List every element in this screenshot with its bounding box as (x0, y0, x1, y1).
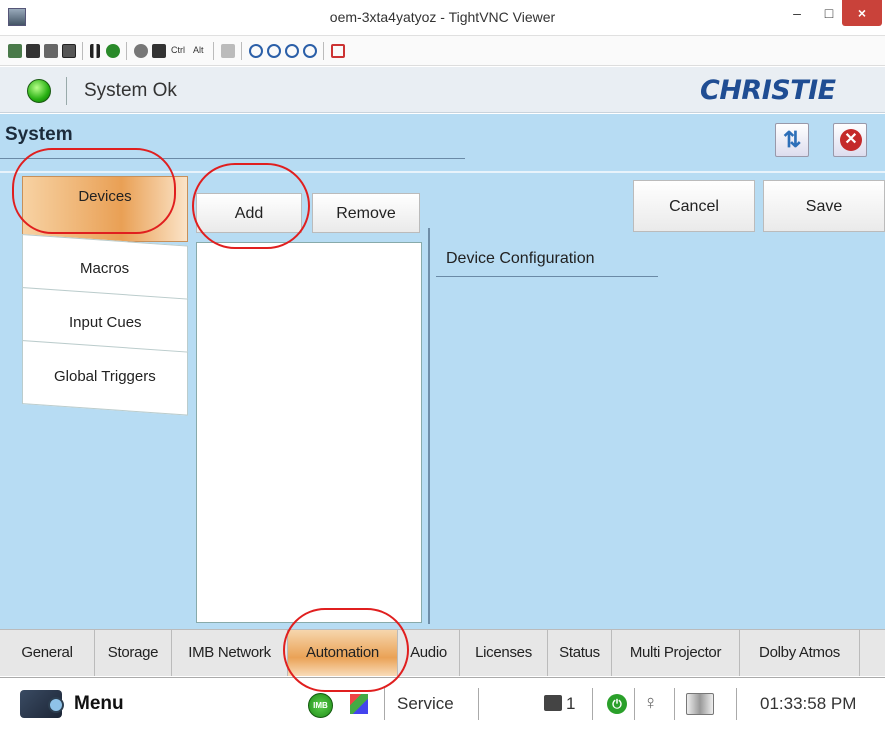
close-panel-button[interactable]: ✕ (833, 123, 867, 157)
status-divider (736, 688, 737, 720)
tab-status[interactable]: Status (548, 630, 612, 676)
app-header: System Ok CHRISTIE (0, 67, 885, 113)
page-title: System (5, 124, 73, 145)
save-button[interactable]: Save (763, 180, 885, 232)
refresh-icon: ⇅ (783, 127, 802, 152)
alt-key-toggle[interactable]: Alt (193, 45, 204, 55)
info-icon[interactable] (62, 44, 76, 58)
config-heading-underline (436, 276, 658, 277)
tab-devices[interactable]: Devices (22, 176, 188, 242)
zoom-100-icon[interactable] (285, 44, 299, 58)
toolbar-divider (323, 42, 324, 60)
vnc-toolbar: Ctrl Alt (0, 36, 885, 66)
status-divider (384, 688, 385, 720)
camera-icon (544, 695, 562, 711)
close-icon: ✕ (840, 129, 862, 151)
tab-dolby-atmos[interactable]: Dolby Atmos (740, 630, 860, 676)
window-title: oem-3xta4yatyoz - TightVNC Viewer (329, 9, 556, 25)
menu-button[interactable]: Menu (74, 693, 124, 715)
status-divider (634, 688, 635, 720)
cancel-button[interactable]: Cancel (633, 180, 755, 232)
lamp-icon[interactable]: ♀ (643, 692, 658, 715)
panel-divider (428, 228, 430, 624)
clipboard-icon[interactable] (221, 44, 235, 58)
status-divider (674, 688, 675, 720)
header-divider (66, 77, 67, 105)
zoom-fit-icon[interactable] (303, 44, 317, 58)
new-connection-icon[interactable] (8, 44, 22, 58)
window-close-button[interactable]: × (842, 0, 882, 26)
device-list[interactable] (196, 242, 422, 623)
projector-icon[interactable] (20, 690, 64, 718)
service-mode-label[interactable]: Service (397, 694, 454, 714)
refresh-button[interactable]: ⇅ (775, 123, 809, 157)
ctrl-alt-del-icon[interactable] (134, 44, 148, 58)
status-ok-indicator-icon (27, 79, 51, 103)
power-icon[interactable]: ⏻ (607, 694, 627, 714)
options-icon[interactable] (44, 44, 58, 58)
toolbar-divider (126, 42, 127, 60)
tab-automation[interactable]: Automation (288, 630, 398, 676)
win-key-icon[interactable] (152, 44, 166, 58)
fullscreen-icon[interactable] (331, 44, 345, 58)
clock-time: 01:33:58 PM (760, 694, 857, 713)
remove-button[interactable]: Remove (312, 193, 420, 233)
system-status-text: System Ok (84, 80, 177, 101)
imb-status-icon[interactable]: IMB (308, 693, 333, 718)
minimize-button[interactable]: – (780, 0, 814, 26)
tab-multi-projector[interactable]: Multi Projector (612, 630, 740, 676)
status-bar: Menu IMB Service 1 ⏻ ♀ 01:33:58 PM (0, 677, 885, 729)
tab-global-triggers[interactable]: Global Triggers (22, 340, 188, 416)
save-icon[interactable] (26, 44, 40, 58)
tab-general[interactable]: General (0, 630, 95, 676)
tab-licenses[interactable]: Licenses (460, 630, 548, 676)
refresh-screen-icon[interactable] (106, 44, 120, 58)
system-panel: System ⇅ ✕ Devices Macros Input Cues Glo… (0, 114, 885, 629)
bottom-tab-bar: General Storage IMB Network Automation A… (0, 629, 885, 676)
title-underline (0, 158, 465, 159)
add-button[interactable]: Add (196, 193, 302, 233)
toolbar-divider (82, 42, 83, 60)
tab-global-triggers-label: Global Triggers (54, 367, 156, 385)
device-configuration-heading: Device Configuration (446, 250, 595, 267)
tab-macros-label: Macros (80, 259, 130, 277)
status-divider (478, 688, 479, 720)
tab-audio[interactable]: Audio (398, 630, 460, 676)
zoom-out-icon[interactable] (267, 44, 281, 58)
ctrl-key-toggle[interactable]: Ctrl (171, 45, 185, 55)
pause-icon[interactable] (90, 44, 100, 58)
tab-imb-network[interactable]: IMB Network (172, 630, 288, 676)
tab-storage[interactable]: Storage (95, 630, 172, 676)
toolbar-divider (213, 42, 214, 60)
maximize-button[interactable]: □ (812, 0, 846, 26)
window-titlebar: oem-3xta4yatyoz - TightVNC Viewer – □ × (0, 0, 885, 36)
lens-icon[interactable] (686, 693, 714, 715)
status-divider (592, 688, 593, 720)
test-pattern-icon[interactable] (350, 694, 368, 714)
zoom-in-icon[interactable] (249, 44, 263, 58)
toolbar-divider (241, 42, 242, 60)
christie-logo: CHRISTIE (700, 75, 836, 106)
section-divider (0, 171, 885, 173)
camera-count: 1 (566, 694, 576, 713)
